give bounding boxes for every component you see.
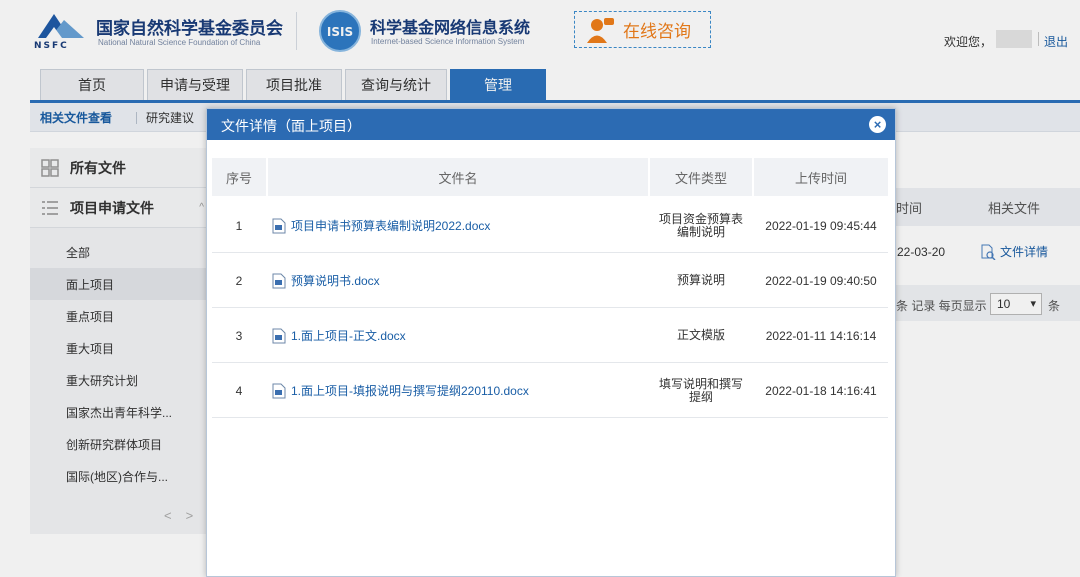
file-name-cell: 预算说明书.docx: [272, 253, 648, 308]
file-name-cell: 项目申请书预算表编制说明2022.docx: [272, 198, 648, 253]
file-type-line2: 提纲: [688, 389, 713, 404]
file-link[interactable]: 项目申请书预算表编制说明2022.docx: [272, 217, 490, 234]
word-doc-icon: [272, 383, 286, 398]
file-name: 项目申请书预算表编制说明2022.docx: [291, 219, 491, 233]
file-name: 预算说明书.docx: [291, 274, 380, 288]
row-number: 3: [235, 328, 243, 343]
column-header-file-type: 文件类型: [650, 158, 752, 196]
upload-time: 2022-01-19 09:40:50: [765, 273, 877, 288]
file-link[interactable]: 预算说明书.docx: [272, 272, 380, 289]
upload-time: 2022-01-19 09:45:44: [765, 218, 877, 233]
file-type-cell: 正文模版: [650, 308, 752, 363]
file-type-cell: 预算说明: [650, 253, 752, 308]
column-header-upload-time: 上传时间: [754, 158, 888, 196]
column-header-file-name: 文件名: [268, 158, 648, 196]
column-header-no: 序号: [212, 158, 266, 196]
file-type-cell: 项目资金预算表 编制说明: [650, 198, 752, 253]
close-icon[interactable]: ×: [869, 116, 886, 133]
row-number: 4: [235, 383, 243, 398]
file-name: 1.面上项目-正文.docx: [291, 329, 406, 343]
file-type-line1: 正文模版: [676, 328, 725, 342]
file-type-line1: 填写说明和撰写: [658, 376, 743, 391]
file-type-line2: 编制说明: [676, 224, 725, 239]
file-type-line1: 预算说明: [676, 273, 725, 287]
upload-time: 2022-01-18 14:16:41: [765, 383, 877, 398]
modal-title: 文件详情（面上项目）: [221, 118, 361, 134]
file-type-cell: 填写说明和撰写 提纲: [650, 363, 752, 418]
modal-header: 文件详情（面上项目） ×: [207, 109, 895, 140]
word-doc-icon: [272, 273, 286, 288]
upload-time: 2022-01-11 14:16:14: [765, 328, 877, 343]
file-name-cell: 1.面上项目-正文.docx: [272, 308, 648, 363]
file-name: 1.面上项目-填报说明与撰写提纲220110.docx: [291, 384, 529, 398]
file-link[interactable]: 1.面上项目-正文.docx: [272, 327, 406, 344]
file-type-line1: 项目资金预算表: [658, 211, 743, 226]
word-doc-icon: [272, 218, 286, 233]
file-name-cell: 1.面上项目-填报说明与撰写提纲220110.docx: [272, 363, 648, 418]
row-number: 2: [235, 273, 243, 288]
word-doc-icon: [272, 328, 286, 343]
file-link[interactable]: 1.面上项目-填报说明与撰写提纲220110.docx: [272, 382, 529, 399]
row-number: 1: [235, 218, 243, 233]
